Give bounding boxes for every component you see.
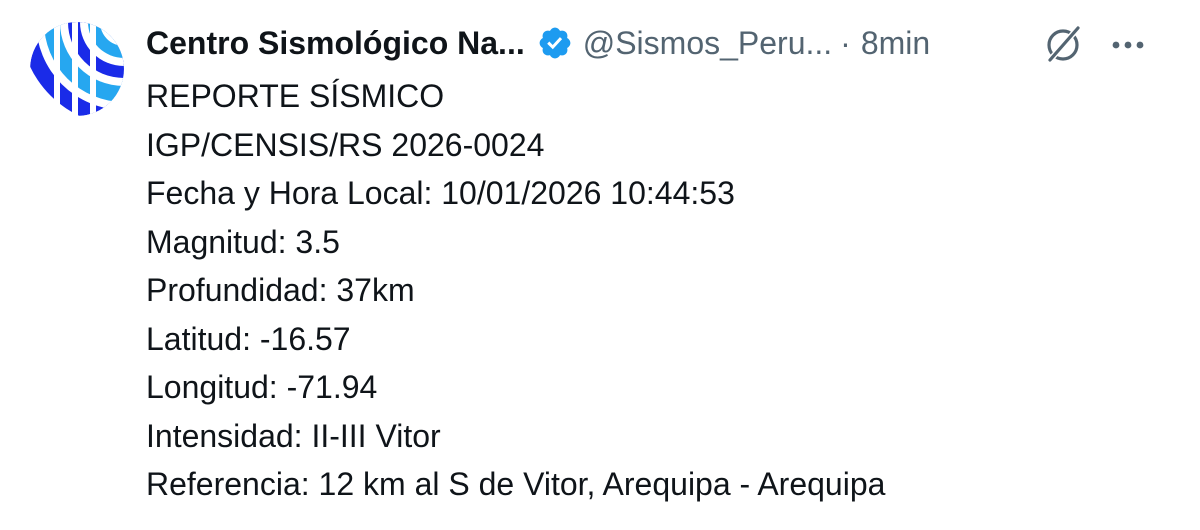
seismic-logo-icon: [30, 22, 124, 116]
report-id: IGP/CENSIS/RS 2026-0024: [146, 126, 545, 163]
report-depth: Profundidad: 37km: [146, 272, 415, 308]
more-options-icon[interactable]: [1108, 30, 1148, 60]
report-latitude: Latitud: -16.57: [146, 320, 351, 357]
author-display-name[interactable]: Centro Sismológico Na...: [146, 25, 525, 62]
report-reference: Referencia: 12 km al S de Vitor, Arequip…: [146, 466, 886, 502]
report-title: REPORTE SÍSMICO: [146, 78, 445, 114]
tweet-header: Centro Sismológico Na... @Sismos_Peru...…: [146, 20, 930, 66]
report-intensity: Intensidad: II-III Vitor: [146, 417, 441, 454]
tweet-timestamp[interactable]: 8min: [861, 25, 930, 62]
report-magnitude: Magnitud: 3.5: [146, 223, 340, 260]
separator-dot: ·: [840, 24, 851, 61]
grok-icon[interactable]: [1042, 22, 1086, 66]
tweet-text: REPORTE SÍSMICO IGP/CENSIS/RS 2026-0024 …: [146, 72, 885, 509]
report-longitude: Longitud: -71.94: [146, 369, 378, 405]
author-handle[interactable]: @Sismos_Peru...: [583, 25, 832, 62]
avatar[interactable]: [30, 22, 124, 116]
tweet-card[interactable]: Centro Sismológico Na... @Sismos_Peru...…: [0, 0, 1200, 530]
report-datetime: Fecha y Hora Local: 10/01/2026 10:44:53: [146, 175, 735, 211]
verified-badge-icon: [537, 25, 573, 61]
